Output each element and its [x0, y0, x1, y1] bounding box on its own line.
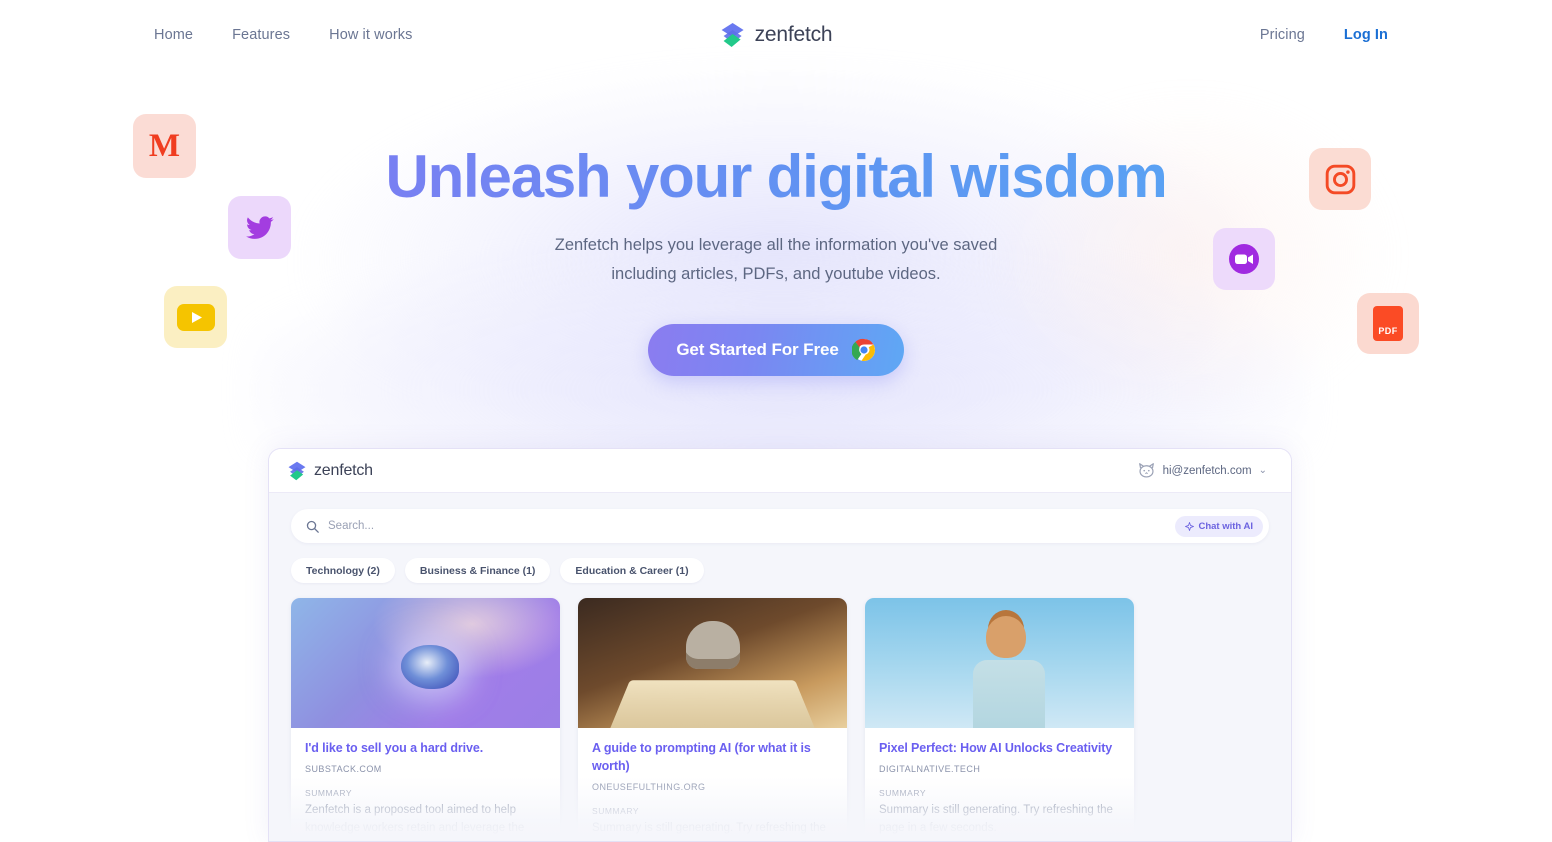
zenfetch-layers-logo-icon [288, 461, 306, 480]
card-thumbnail-brain-glow-image [291, 598, 560, 728]
cta-container: Get Started For Free [0, 324, 1552, 376]
nav-link-how-it-works[interactable]: How it works [329, 27, 412, 43]
nav-link-login[interactable]: Log In [1344, 27, 1388, 43]
top-navigation-bar: Home Features How it works zenfetch Pric… [0, 0, 1552, 70]
filter-chip-business-finance[interactable]: Business & Finance (1) [404, 558, 551, 583]
app-brand-name: zenfetch [314, 461, 373, 479]
filter-chip-technology[interactable]: Technology (2) [291, 558, 395, 583]
filter-chip-education-career[interactable]: Education & Career (1) [560, 558, 704, 583]
account-email: hi@zenfetch.com [1162, 464, 1252, 477]
card-body: A guide to prompting AI (for what it is … [578, 728, 847, 841]
card-summary-text: Summary is still generating. Try refresh… [592, 822, 826, 841]
card-summary-text: Summary is still generating. Try refresh… [879, 804, 1113, 835]
card-title: Pixel Perfect: How AI Unlocks Creativity [879, 741, 1113, 755]
search-input[interactable] [328, 520, 1176, 532]
hero-subtitle: Zenfetch helps you leverage all the info… [0, 231, 1552, 289]
search-bar: Chat with AI [291, 509, 1269, 543]
article-card[interactable]: A guide to prompting AI (for what it is … [578, 598, 847, 841]
filter-chip-row: Technology (2) Business & Finance (1) Ed… [291, 558, 1269, 583]
card-thumbnail-robot-writing-image [578, 598, 847, 728]
nav-link-features[interactable]: Features [232, 27, 290, 43]
zenfetch-layers-logo-icon [721, 23, 744, 47]
sparkle-icon [1185, 521, 1195, 531]
app-header: zenfetch hi@zenfetch.com ⌄ [269, 449, 1291, 493]
app-body: Chat with AI Technology (2) Business & F… [269, 493, 1291, 841]
app-brand-logo[interactable]: zenfetch [287, 461, 373, 481]
article-card-grid: I'd like to sell you a hard drive. SUBST… [291, 598, 1269, 841]
card-summary-label: SUMMARY [305, 788, 353, 799]
search-icon [306, 520, 319, 533]
card-source: ONEUSEFULTHING.ORG [592, 782, 706, 793]
chat-with-ai-button[interactable]: Chat with AI [1175, 515, 1263, 537]
card-thumbnail-man-with-seagulls-image [865, 598, 1134, 728]
card-source: SUBSTACK.COM [305, 764, 382, 775]
card-summary-label: SUMMARY [592, 806, 640, 817]
card-summary-label: SUMMARY [879, 788, 927, 799]
chevron-down-icon: ⌄ [1258, 465, 1267, 476]
get-started-button-label: Get Started For Free [676, 340, 839, 359]
card-title: I'd like to sell you a hard drive. [305, 741, 484, 755]
get-started-button[interactable]: Get Started For Free [648, 324, 904, 376]
brand-name: zenfetch [754, 23, 833, 46]
page-title: Unleash your digital wisdom [0, 144, 1552, 210]
article-card[interactable]: Pixel Perfect: How AI Unlocks Creativity… [865, 598, 1134, 841]
app-preview-window: zenfetch hi@zenfetch.com ⌄ Search... Cha… [268, 448, 1292, 842]
chrome-icon [851, 338, 875, 361]
chat-with-ai-label: Chat with AI [1198, 520, 1253, 532]
account-menu[interactable]: hi@zenfetch.com ⌄ [1137, 462, 1267, 479]
card-body: I'd like to sell you a hard drive. SUBST… [291, 728, 560, 837]
card-title: A guide to prompting AI (for what it is … [592, 741, 811, 774]
card-body: Pixel Perfect: How AI Unlocks Creativity… [865, 728, 1134, 837]
card-source: DIGITALNATIVE.TECH [879, 764, 981, 775]
brand-logo[interactable]: zenfetch [720, 22, 833, 48]
hero-subtitle-line-2: including articles, PDFs, and youtube vi… [611, 265, 941, 283]
hero-subtitle-line-1: Zenfetch helps you leverage all the info… [554, 236, 998, 254]
card-summary-text: Zenfetch is a proposed tool aimed to hel… [305, 804, 525, 835]
nav-link-home[interactable]: Home [154, 27, 193, 43]
nav-links-left: Home Features How it works [154, 27, 413, 43]
nav-links-right: Pricing Log In [1260, 27, 1388, 43]
article-card[interactable]: I'd like to sell you a hard drive. SUBST… [291, 598, 560, 841]
cat-avatar-icon [1138, 463, 1154, 478]
nav-link-pricing[interactable]: Pricing [1260, 27, 1305, 43]
